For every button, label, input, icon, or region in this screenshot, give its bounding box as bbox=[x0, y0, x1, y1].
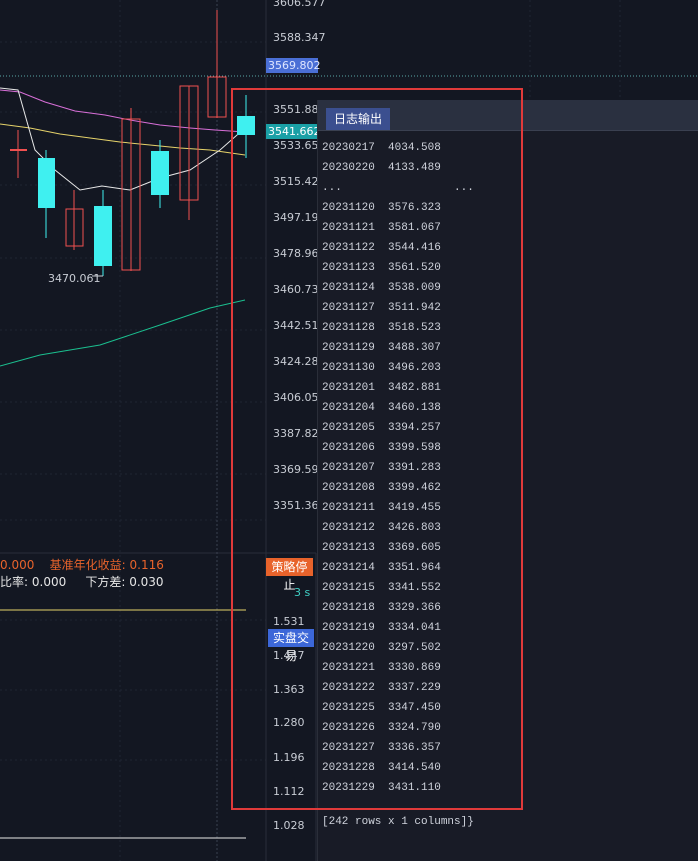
log-footer: [242 rows x 1 columns]} bbox=[322, 816, 474, 828]
price-tick: 3588.347 bbox=[273, 31, 326, 44]
stats-line-1: 0.000 基准年化收益: 0.116 bbox=[0, 556, 164, 573]
ma-line-green bbox=[0, 299, 246, 367]
ratio-value: 0.000 bbox=[31, 575, 67, 589]
stat-value: 0.000 bbox=[0, 558, 35, 572]
benchmark-value: 0.116 bbox=[129, 558, 164, 572]
current-price-tag: 3569.802 bbox=[266, 58, 321, 73]
downside-label: 下方差: bbox=[85, 575, 126, 589]
ratio-label: 比率: bbox=[0, 575, 29, 589]
stats-line-2: 比率: 0.000 下方差: 0.030 bbox=[0, 573, 164, 590]
benchmark-label: 基准年化收益: bbox=[49, 558, 126, 572]
low-price-label: 3470.061 bbox=[48, 272, 101, 285]
annotation-highlight-box bbox=[231, 88, 523, 810]
lower-tick: 1.028 bbox=[273, 819, 305, 832]
price-tick: 3606.577 bbox=[273, 0, 326, 9]
downside-value: 0.030 bbox=[129, 575, 164, 589]
